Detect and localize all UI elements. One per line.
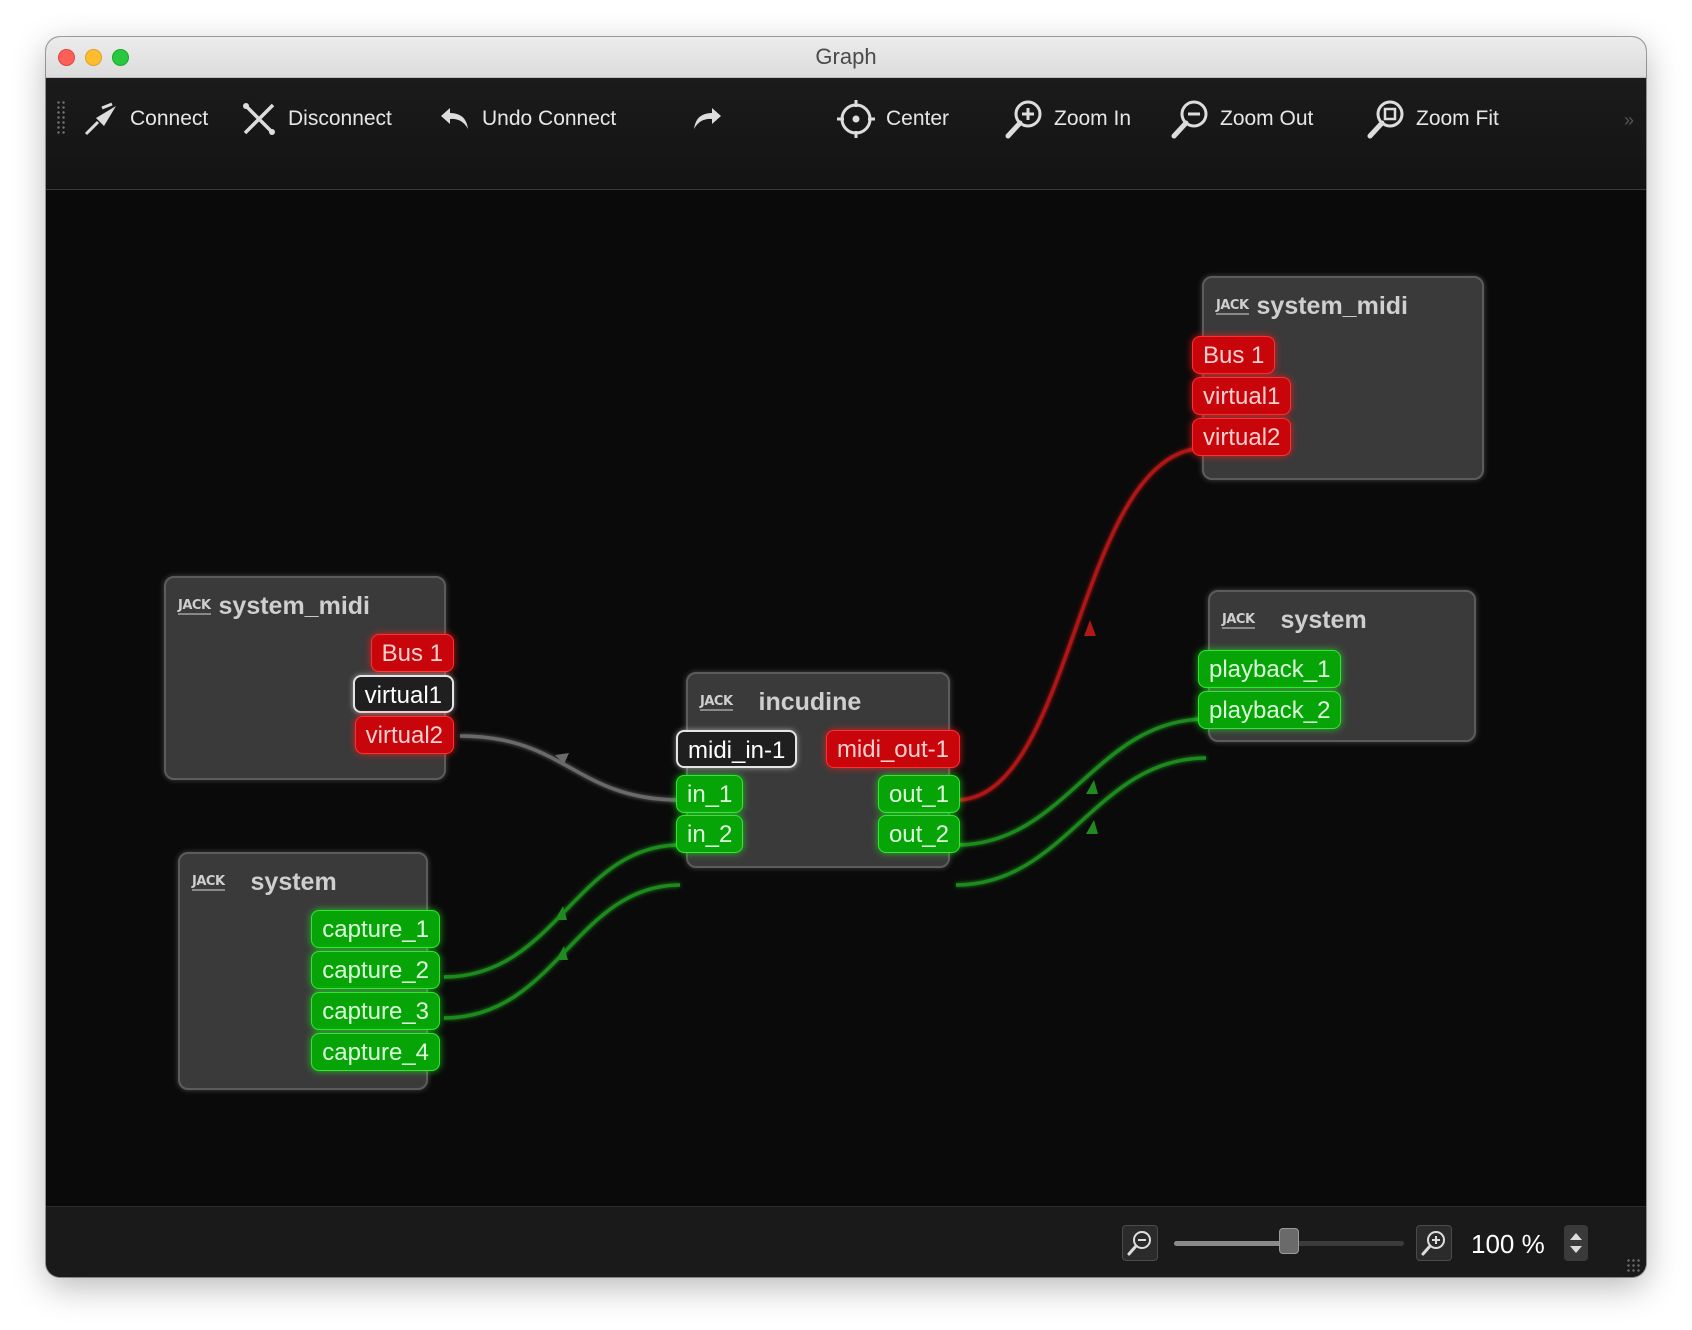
redo-button[interactable] xyxy=(690,94,734,144)
window-title: Graph xyxy=(815,44,877,69)
graph-canvas[interactable]: JACK system_midi Bus 1 virtual1 virtual2… xyxy=(46,190,1646,1206)
zoom-out-icon xyxy=(1171,100,1208,139)
port-virtual2[interactable]: virtual2 xyxy=(1192,418,1292,456)
port-virtual1[interactable]: virtual1 xyxy=(352,675,454,713)
zoom-slider-handle[interactable] xyxy=(1279,1228,1299,1254)
connect-icon xyxy=(84,102,116,136)
undo-connect-label: Undo Connect xyxy=(482,107,617,130)
jack-logo: JACK xyxy=(1222,611,1255,629)
node-title-text: system_midi xyxy=(1256,292,1408,320)
wire-midi-out-1-to-virtual1[interactable] xyxy=(955,446,1207,802)
zoom-value[interactable]: 100 % xyxy=(1471,1229,1551,1260)
zoom-in-icon xyxy=(1421,1231,1445,1256)
graph-window: Graph Connect Disconnect Undo Connect Ce… xyxy=(46,37,1646,1277)
center-button[interactable]: Center xyxy=(836,94,949,144)
node-title: JACK system xyxy=(192,868,337,897)
zoom-fit-icon xyxy=(1367,100,1404,139)
undo-connect-button[interactable]: Undo Connect xyxy=(438,94,616,144)
port-virtual2[interactable]: virtual2 xyxy=(354,716,454,754)
wire-out-2-to-playback-2[interactable] xyxy=(955,756,1207,887)
port-playback-2[interactable]: playback_2 xyxy=(1198,691,1342,729)
port-midi-out-1[interactable]: midi_out-1 xyxy=(825,730,960,768)
port-capture-1[interactable]: capture_1 xyxy=(311,910,440,948)
port-capture-2[interactable]: capture_2 xyxy=(311,951,440,989)
port-bus-1[interactable]: Bus 1 xyxy=(1192,336,1276,374)
port-in-1[interactable]: in_1 xyxy=(676,775,744,813)
zoom-in-small-button[interactable] xyxy=(1416,1225,1452,1261)
wire-virtual1-to-midi-in-1[interactable] xyxy=(459,734,681,802)
zoom-bar: 100 % xyxy=(46,1206,1646,1277)
node-system-midi-right[interactable]: JACK system_midi Bus 1 virtual1 virtual2 xyxy=(1192,276,1484,480)
port-playback-1[interactable]: playback_1 xyxy=(1198,650,1342,688)
port-bus-1[interactable]: Bus 1 xyxy=(370,634,454,672)
node-system-left[interactable]: JACK system capture_1 capture_2 capture_… xyxy=(178,852,440,1090)
zoom-out-icon xyxy=(1127,1231,1151,1256)
port-midi-in-1[interactable]: midi_in-1 xyxy=(676,730,798,768)
jack-logo: JACK xyxy=(192,873,225,891)
wire-arrow-out-2 xyxy=(1086,820,1098,834)
port-in-2[interactable]: in_2 xyxy=(676,815,744,853)
wire-arrow-out-1 xyxy=(1086,780,1098,794)
node-title: JACK system_midi xyxy=(1216,292,1408,321)
port-capture-3[interactable]: capture_3 xyxy=(311,992,440,1030)
node-system-midi-left[interactable]: JACK system_midi Bus 1 virtual1 virtual2 xyxy=(164,576,454,780)
port-virtual1[interactable]: virtual1 xyxy=(1192,377,1292,415)
node-title: JACK system xyxy=(1222,606,1367,635)
zoom-out-label: Zoom Out xyxy=(1220,107,1314,130)
port-out-1[interactable]: out_1 xyxy=(877,775,960,813)
node-title-text: system xyxy=(250,868,337,896)
port-capture-4[interactable]: capture_4 xyxy=(311,1033,440,1071)
toolbar-overflow-icon[interactable]: » xyxy=(1624,110,1634,131)
jack-logo: JACK xyxy=(1216,297,1249,315)
jack-logo: JACK xyxy=(178,597,211,615)
zoom-fit-label: Zoom Fit xyxy=(1416,107,1499,130)
connect-label: Connect xyxy=(130,107,209,130)
disconnect-icon xyxy=(243,103,275,135)
connect-button[interactable]: Connect xyxy=(82,94,208,144)
zoom-fit-button[interactable]: Zoom Fit xyxy=(1366,94,1499,144)
toolbar-grip[interactable] xyxy=(56,100,66,136)
undo-icon xyxy=(441,108,468,129)
zoom-in-icon xyxy=(1005,100,1042,139)
center-label: Center xyxy=(886,107,950,130)
zoom-out-small-button[interactable] xyxy=(1122,1225,1158,1261)
node-title: JACK system_midi xyxy=(178,592,370,621)
wire-arrow-midi-out-1 xyxy=(1084,620,1096,636)
jack-logo: JACK xyxy=(700,693,733,711)
node-title-text: system_midi xyxy=(218,592,370,620)
node-title: JACK incudine xyxy=(700,688,861,717)
zoom-in-label: Zoom In xyxy=(1054,107,1132,130)
toolbar: Connect Disconnect Undo Connect Center Z… xyxy=(46,78,1646,190)
node-incudine[interactable]: JACK incudine midi_in-1 in_1 in_2 midi_o… xyxy=(676,672,960,868)
zoom-slider-fill xyxy=(1174,1241,1289,1246)
wire-out-1-to-playback-1[interactable] xyxy=(955,717,1207,847)
zoom-spinner[interactable] xyxy=(1564,1225,1588,1261)
node-system-right[interactable]: JACK system playback_1 playback_2 xyxy=(1198,590,1476,742)
spinner-arrows-icon xyxy=(1570,1233,1582,1253)
disconnect-button[interactable]: Disconnect xyxy=(240,94,392,144)
redo-icon xyxy=(694,108,721,129)
node-title-text: system xyxy=(1280,606,1367,634)
zoom-in-button[interactable]: Zoom In xyxy=(1004,94,1131,144)
node-title-text: incudine xyxy=(758,688,862,716)
zoom-out-button[interactable]: Zoom Out xyxy=(1170,94,1313,144)
center-icon xyxy=(837,100,875,138)
resize-grip[interactable] xyxy=(1626,1258,1642,1274)
disconnect-label: Disconnect xyxy=(288,107,392,130)
port-out-2[interactable]: out_2 xyxy=(877,815,960,853)
title-bar[interactable]: Graph xyxy=(46,37,1646,78)
